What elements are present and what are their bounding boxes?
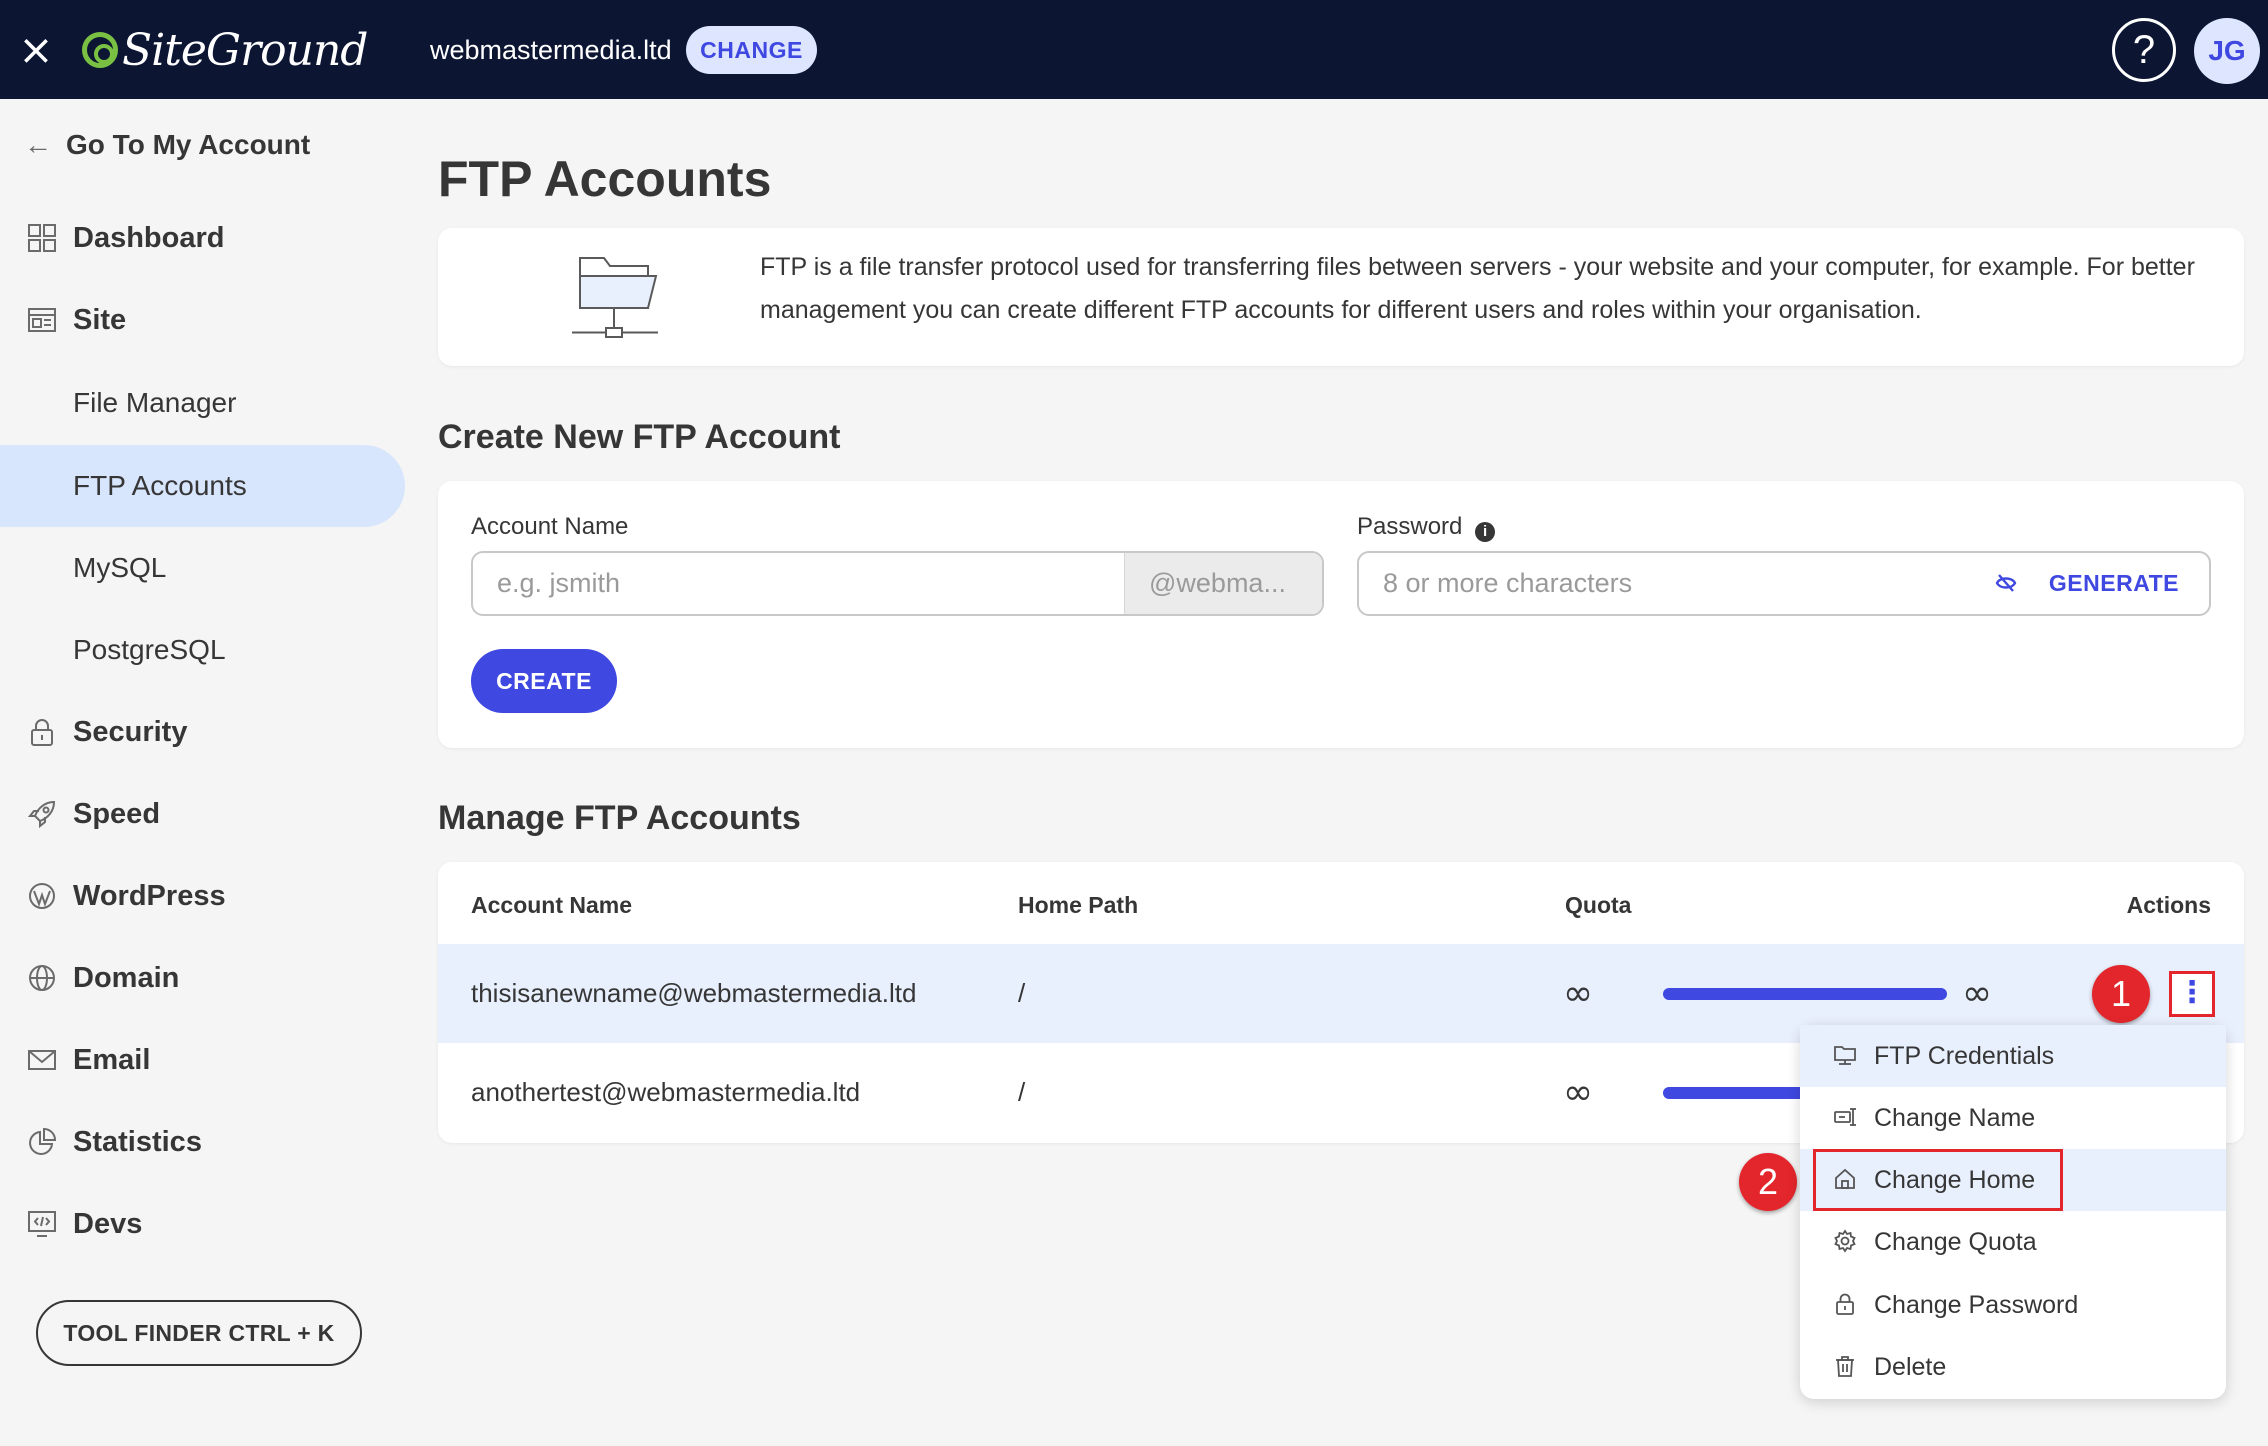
sidebar-item-label: Domain [73, 961, 180, 994]
gear-icon [1832, 1229, 1858, 1255]
go-to-my-account-label: Go To My Account [66, 129, 311, 160]
menu-item-change-password[interactable]: Change Password [1800, 1274, 2226, 1336]
row-actions-menu: FTP Credentials Change Name Change Home … [1800, 1025, 2226, 1399]
row-account-name: thisisanewname@webmastermedia.ltd [471, 978, 917, 1008]
lock-icon [26, 716, 58, 748]
sidebar: ← Go To My Account Dashboard Site File M… [0, 99, 405, 1446]
change-site-button[interactable]: CHANGE [686, 26, 817, 74]
close-icon[interactable]: × [18, 28, 54, 72]
sidebar-item-speed[interactable]: Speed [0, 773, 405, 855]
code-monitor-icon [26, 1208, 58, 1240]
menu-item-label: Delete [1874, 1352, 1947, 1381]
top-bar: × SiteGround webmastermedia.ltd CHANGE ?… [0, 0, 2268, 99]
globe-icon [26, 962, 58, 994]
sidebar-item-domain[interactable]: Domain [0, 937, 405, 1019]
manage-section-title: Manage FTP Accounts [438, 799, 801, 837]
trash-icon [1832, 1354, 1858, 1380]
menu-item-change-name[interactable]: Change Name [1800, 1087, 2226, 1149]
quota-used-infinity-icon: ∞ [1563, 973, 1593, 1014]
column-header-quota: Quota [1565, 892, 1632, 918]
ftp-info-card: FTP is a file transfer protocol used for… [438, 228, 2244, 366]
logo-mark-icon [82, 32, 118, 68]
sidebar-subitem-postgresql[interactable]: PostgreSQL [0, 609, 405, 691]
tool-finder-button[interactable]: TOOL FINDER CTRL + K [36, 1300, 362, 1366]
sidebar-subitem-mysql[interactable]: MySQL [0, 527, 405, 609]
account-name-placeholder: e.g. jsmith [497, 568, 621, 598]
menu-item-change-quota[interactable]: Change Quota [1800, 1211, 2226, 1273]
user-avatar[interactable]: JG [2194, 18, 2260, 84]
annotation-badge-2: 2 [1739, 1153, 1797, 1211]
network-folder-icon [568, 248, 668, 348]
siteground-logo[interactable]: SiteGround [82, 20, 368, 80]
sidebar-item-label: Security [73, 715, 188, 748]
wordpress-icon [26, 880, 58, 912]
column-header-home-path: Home Path [1018, 892, 1139, 918]
current-site-name: webmastermedia.ltd [430, 35, 672, 65]
menu-item-change-home[interactable]: Change Home [1813, 1149, 2063, 1211]
account-name-label: Account Name [471, 513, 629, 540]
row-actions-kebab-icon[interactable]: ⋮ [2169, 971, 2215, 1017]
column-header-actions: Actions [2126, 892, 2211, 918]
quota-used-infinity-icon: ∞ [1563, 1072, 1593, 1113]
password-label-text: Password [1357, 513, 1463, 540]
menu-item-label: Change Home [1874, 1165, 2036, 1194]
go-to-my-account-link[interactable]: ← Go To My Account [24, 129, 310, 161]
sidebar-item-wordpress[interactable]: WordPress [0, 855, 405, 937]
quota-progress-bar [1663, 988, 1947, 1000]
column-header-account-name: Account Name [471, 892, 633, 918]
arrow-left-icon: ← [24, 129, 52, 160]
row-home-path: / [1018, 1077, 1026, 1107]
sidebar-item-email[interactable]: Email [0, 1019, 405, 1101]
menu-item-label: Change Password [1874, 1290, 2079, 1319]
lock-icon [1832, 1292, 1858, 1318]
pie-chart-icon [26, 1126, 58, 1158]
account-name-input[interactable]: e.g. jsmith @webma... [471, 551, 1324, 616]
sidebar-subitem-ftp-accounts[interactable]: FTP Accounts [0, 445, 405, 527]
monitor-icon [1832, 1043, 1858, 1069]
dashboard-grid-icon [26, 222, 58, 254]
sidebar-item-site[interactable]: Site [0, 279, 405, 361]
sidebar-subitem-file-manager[interactable]: File Manager [0, 362, 405, 444]
password-placeholder: 8 or more characters [1383, 568, 1633, 598]
sidebar-item-devs[interactable]: Devs [0, 1183, 405, 1265]
sidebar-item-label: WordPress [73, 879, 226, 912]
sidebar-item-security[interactable]: Security [0, 691, 405, 773]
sidebar-item-dashboard[interactable]: Dashboard [0, 197, 405, 279]
page-title: FTP Accounts [438, 151, 772, 207]
create-button[interactable]: CREATE [471, 649, 617, 713]
sidebar-item-label: Statistics [73, 1125, 202, 1158]
sidebar-item-label: Devs [73, 1207, 143, 1240]
row-home-path: / [1018, 978, 1026, 1008]
password-input[interactable]: 8 or more characters GENERATE [1357, 551, 2211, 616]
eye-slash-icon[interactable] [1993, 571, 2019, 597]
rename-icon [1832, 1105, 1858, 1131]
sidebar-item-label: Dashboard [73, 221, 225, 254]
sidebar-item-label: Email [73, 1043, 151, 1076]
rocket-icon [26, 798, 58, 830]
sidebar-item-statistics[interactable]: Statistics [0, 1101, 405, 1183]
create-ftp-card: Account Name e.g. jsmith @webma... Passw… [438, 481, 2244, 748]
domain-suffix: @webma... [1124, 553, 1322, 614]
password-label: Password i [1357, 513, 1496, 542]
site-window-icon [26, 304, 58, 336]
menu-item-ftp-credentials[interactable]: FTP Credentials [1800, 1025, 2226, 1087]
menu-item-delete[interactable]: Delete [1800, 1336, 2226, 1398]
sidebar-item-label: Speed [73, 797, 161, 830]
envelope-icon [26, 1044, 58, 1076]
create-section-title: Create New FTP Account [438, 418, 841, 456]
home-icon [1832, 1167, 1858, 1193]
help-icon[interactable]: ? [2112, 18, 2176, 82]
annotation-badge-1: 1 [2092, 965, 2150, 1023]
menu-item-label: Change Name [1874, 1103, 2036, 1132]
info-icon[interactable]: i [1475, 522, 1496, 542]
ftp-description: FTP is a file transfer protocol used for… [760, 253, 2195, 324]
menu-item-label: FTP Credentials [1874, 1041, 2055, 1070]
sidebar-item-label: Site [73, 303, 127, 336]
menu-item-label: Change Quota [1874, 1227, 2037, 1256]
generate-password-button[interactable]: GENERATE [2049, 553, 2179, 614]
row-account-name: anothertest@webmastermedia.ltd [471, 1077, 861, 1107]
logo-text: SiteGround [122, 24, 368, 76]
